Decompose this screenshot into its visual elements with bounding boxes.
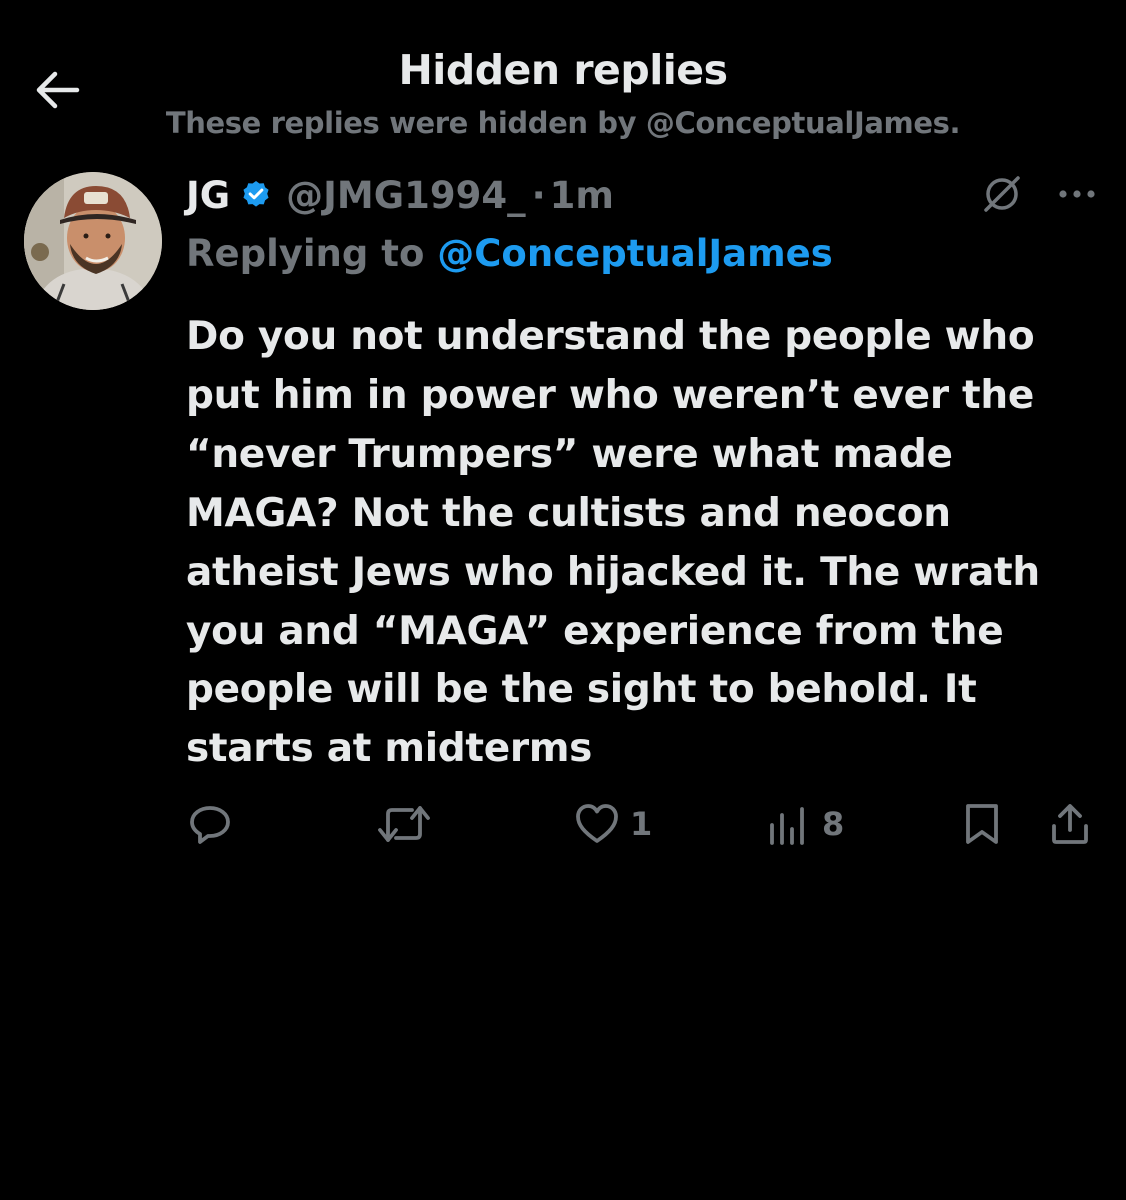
reply-button[interactable] <box>186 800 234 848</box>
share-button[interactable] <box>1046 800 1094 848</box>
page-title: Hidden replies <box>398 46 728 94</box>
heart-icon <box>576 804 618 843</box>
tweet-text-line: MAGA? Not the cultists and neocon <box>186 490 951 536</box>
tweet-timestamp[interactable]: 1m <box>550 174 614 217</box>
hidden-reply-icon[interactable] <box>980 172 1024 216</box>
like-button[interactable]: 1 <box>574 800 652 848</box>
page-subtitle: These replies were hidden by @Conceptual… <box>165 106 961 140</box>
more-options-icon[interactable] <box>1054 178 1100 210</box>
tweet-text-line: Do you not understand the people who <box>186 314 1035 359</box>
repost-icon <box>378 806 430 842</box>
replying-to-line: Replying to @ConceptualJames <box>186 232 833 275</box>
like-count: 1 <box>630 805 653 843</box>
replying-to-handle-link[interactable]: @ConceptualJames <box>437 232 833 275</box>
tweet-text-line: put him in power who weren’t ever the <box>186 372 1034 418</box>
author-display-name[interactable]: JG <box>186 174 230 217</box>
tweet-text: Do you not understand the people who put… <box>186 308 1086 779</box>
repost-button[interactable] <box>376 800 432 848</box>
avatar[interactable] <box>24 172 162 310</box>
tweet-text-line: starts at midterms <box>186 726 593 772</box>
reply-icon <box>190 806 230 844</box>
views-count: 8 <box>822 805 845 843</box>
views-button[interactable]: 8 <box>768 800 844 848</box>
author-handle[interactable]: @JMG1994_ <box>286 174 525 217</box>
replying-to-label: Replying to <box>186 232 425 275</box>
tweet-text-line: “never Trumpers” were what made <box>186 431 953 477</box>
bookmark-icon <box>966 804 998 844</box>
verified-badge-icon[interactable] <box>240 179 272 211</box>
tweet-text-line: people will be the sight to behold. It <box>186 667 977 713</box>
bookmark-button[interactable] <box>960 800 1004 848</box>
tweet-action-bar: 1 8 <box>0 800 1126 850</box>
separator-dot: · <box>531 173 546 217</box>
views-icon <box>770 807 804 845</box>
tweet-text-line: atheist Jews who hijacked it. The wrath <box>186 549 1040 595</box>
tweet-author-line: JG @JMG1994_ · 1m <box>186 170 614 220</box>
share-icon <box>1052 804 1088 844</box>
tweet-text-line: you and “MAGA” experience from the <box>186 608 1004 654</box>
